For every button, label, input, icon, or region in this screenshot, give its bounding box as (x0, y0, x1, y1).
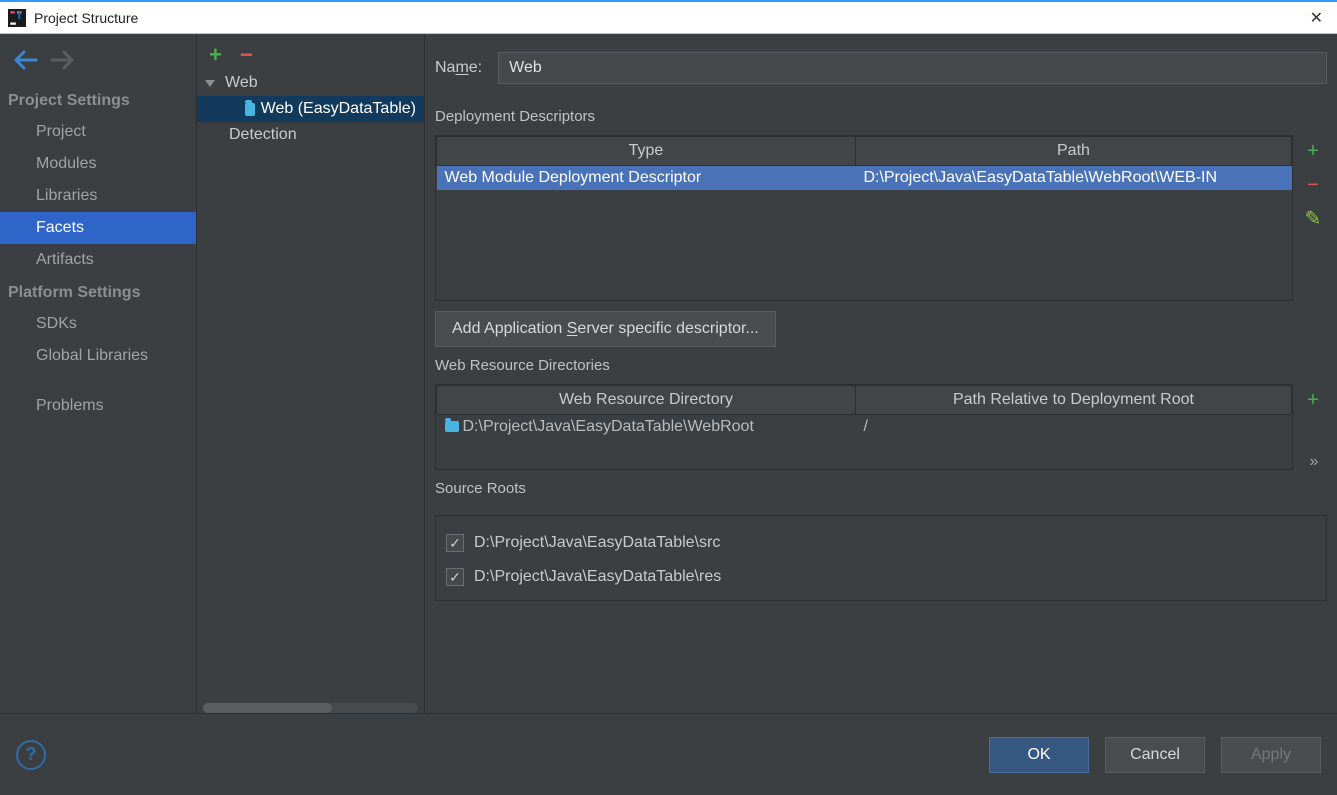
source-root-checkbox[interactable] (446, 534, 464, 552)
deployment-descriptors-table[interactable]: Type Path Web Module Deployment Descript… (435, 135, 1293, 301)
section-project-settings: Project Settings (0, 84, 196, 116)
deployment-descriptors-label: Deployment Descriptors (435, 98, 1327, 135)
expand-icon[interactable] (205, 80, 215, 87)
tree-node-web[interactable]: Web (197, 70, 424, 96)
tree-node-web-module[interactable]: Web (EasyDataTable) (197, 96, 424, 122)
web-facet-icon (245, 103, 255, 116)
tree-node-detection[interactable]: Detection (197, 122, 424, 148)
more-actions-icon[interactable]: » (1310, 454, 1317, 470)
add-facet-icon[interactable]: + (209, 44, 222, 66)
sidebar-item-facets[interactable]: Facets (0, 212, 196, 244)
help-icon[interactable]: ? (16, 740, 46, 770)
apply-button[interactable]: Apply (1221, 737, 1321, 773)
add-resource-dir-icon[interactable]: + (1307, 390, 1319, 410)
titlebar: Project Structure ✕ (0, 0, 1337, 34)
edit-descriptor-icon[interactable]: ✎ (1305, 209, 1322, 229)
facet-editor: Name: Deployment Descriptors Type Path W… (425, 34, 1337, 713)
close-icon[interactable]: ✕ (1304, 8, 1329, 28)
sidebar-item-libraries[interactable]: Libraries (0, 180, 196, 212)
col-type: Type (437, 137, 856, 166)
sidebar-item-modules[interactable]: Modules (0, 148, 196, 180)
dialog-footer: ? OK Cancel Apply (0, 713, 1337, 795)
source-roots-label: Source Roots (435, 470, 1327, 507)
add-descriptor-icon[interactable]: + (1307, 141, 1319, 161)
resource-dir-row[interactable]: D:\Project\Java\EasyDataTable\WebRoot / (437, 415, 1292, 440)
settings-sidebar: Project Settings Project Modules Librari… (0, 34, 197, 713)
sidebar-item-global-libraries[interactable]: Global Libraries (0, 340, 196, 372)
source-root-checkbox[interactable] (446, 568, 464, 586)
source-roots-list: D:\Project\Java\EasyDataTable\src D:\Pro… (435, 515, 1327, 601)
facet-name-input[interactable] (498, 52, 1327, 84)
source-root-row[interactable]: D:\Project\Java\EasyDataTable\src (446, 526, 1316, 560)
ok-button[interactable]: OK (989, 737, 1089, 773)
resource-directories-table[interactable]: Web Resource Directory Path Relative to … (435, 384, 1293, 470)
back-icon[interactable] (14, 50, 38, 70)
intellij-icon (8, 9, 26, 27)
web-resource-dirs-label: Web Resource Directories (435, 347, 1327, 384)
add-app-server-descriptor-button[interactable]: Add Application Server specific descript… (435, 311, 776, 347)
col-path: Path (855, 137, 1291, 166)
sidebar-item-artifacts[interactable]: Artifacts (0, 244, 196, 276)
sidebar-item-project[interactable]: Project (0, 116, 196, 148)
section-platform-settings: Platform Settings (0, 276, 196, 308)
col-relative-path: Path Relative to Deployment Root (855, 386, 1291, 415)
remove-facet-icon[interactable]: − (240, 44, 253, 66)
descriptor-row[interactable]: Web Module Deployment Descriptor D:\Proj… (437, 166, 1292, 191)
remove-descriptor-icon[interactable]: − (1307, 175, 1319, 195)
col-resource-dir: Web Resource Directory (437, 386, 856, 415)
sidebar-item-problems[interactable]: Problems (0, 390, 196, 422)
facets-tree: + − Web Web (EasyDataTable) Detection (197, 34, 425, 713)
folder-icon (445, 421, 459, 432)
sidebar-item-sdks[interactable]: SDKs (0, 308, 196, 340)
forward-icon[interactable] (50, 50, 74, 70)
tree-scrollbar[interactable] (203, 703, 418, 713)
window-title: Project Structure (34, 10, 1304, 26)
name-label: Name: (435, 59, 482, 77)
source-root-row[interactable]: D:\Project\Java\EasyDataTable\res (446, 560, 1316, 594)
cancel-button[interactable]: Cancel (1105, 737, 1205, 773)
